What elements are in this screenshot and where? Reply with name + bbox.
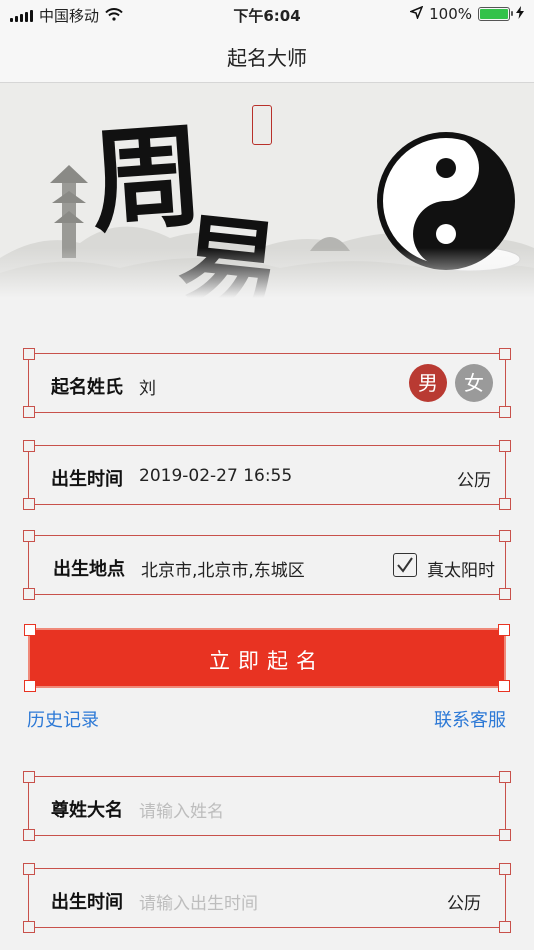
male-button[interactable]: 男 <box>409 364 447 402</box>
history-link[interactable]: 历史记录 <box>27 706 99 732</box>
start-naming-label: 立即起名 <box>209 649 325 673</box>
birth-place-row[interactable]: 出生地点 北京市,北京市,东城区 真太阳时 <box>23 530 511 600</box>
name-row[interactable]: 尊姓大名 请输入姓名 <box>23 771 511 841</box>
contact-support-link[interactable]: 联系客服 <box>434 706 506 732</box>
battery-icon <box>478 7 513 21</box>
birth-time-label: 出生时间 <box>51 469 123 490</box>
birth-place-label: 出生地点 <box>53 559 125 580</box>
calendar-type-button-2[interactable]: 公历 <box>447 889 481 914</box>
female-button[interactable]: 女 <box>455 364 493 402</box>
birth-time-row[interactable]: 出生时间 2019-02-27 16:55 公历 <box>23 440 511 510</box>
name-label: 尊姓大名 <box>51 800 123 821</box>
surname-row: 起名姓氏 刘 男 女 <box>23 348 511 418</box>
checkbox-icon[interactable] <box>393 553 417 577</box>
birth-time-value[interactable]: 2019-02-27 16:55 <box>139 466 292 486</box>
nav-bar: 起名大师 <box>0 28 534 83</box>
battery-percent: 100% <box>429 5 472 23</box>
birth-place-value[interactable]: 北京市,北京市,东城区 <box>141 556 305 581</box>
start-naming-button[interactable]: 立即起名 <box>24 624 510 692</box>
banner-image: 周 易 <box>0 83 534 298</box>
calendar-type-button[interactable]: 公历 <box>457 466 491 491</box>
surname-label: 起名姓氏 <box>51 377 123 398</box>
birth-time-label-2: 出生时间 <box>51 892 123 913</box>
page-title: 起名大师 <box>227 46 307 70</box>
red-seal-stamp <box>252 105 272 145</box>
name-input[interactable]: 请输入姓名 <box>139 797 224 822</box>
status-right: 100% <box>408 5 524 23</box>
location-icon <box>408 5 424 23</box>
true-solar-time-label[interactable]: 真太阳时 <box>427 556 495 581</box>
status-bar: 中国移动 下午6:04 100% <box>0 0 534 28</box>
surname-input[interactable]: 刘 <box>139 374 156 399</box>
birth-time-row-2[interactable]: 出生时间 请输入出生时间 公历 <box>23 863 511 933</box>
charging-icon <box>516 5 524 23</box>
birth-time-input-2[interactable]: 请输入出生时间 <box>139 889 258 914</box>
